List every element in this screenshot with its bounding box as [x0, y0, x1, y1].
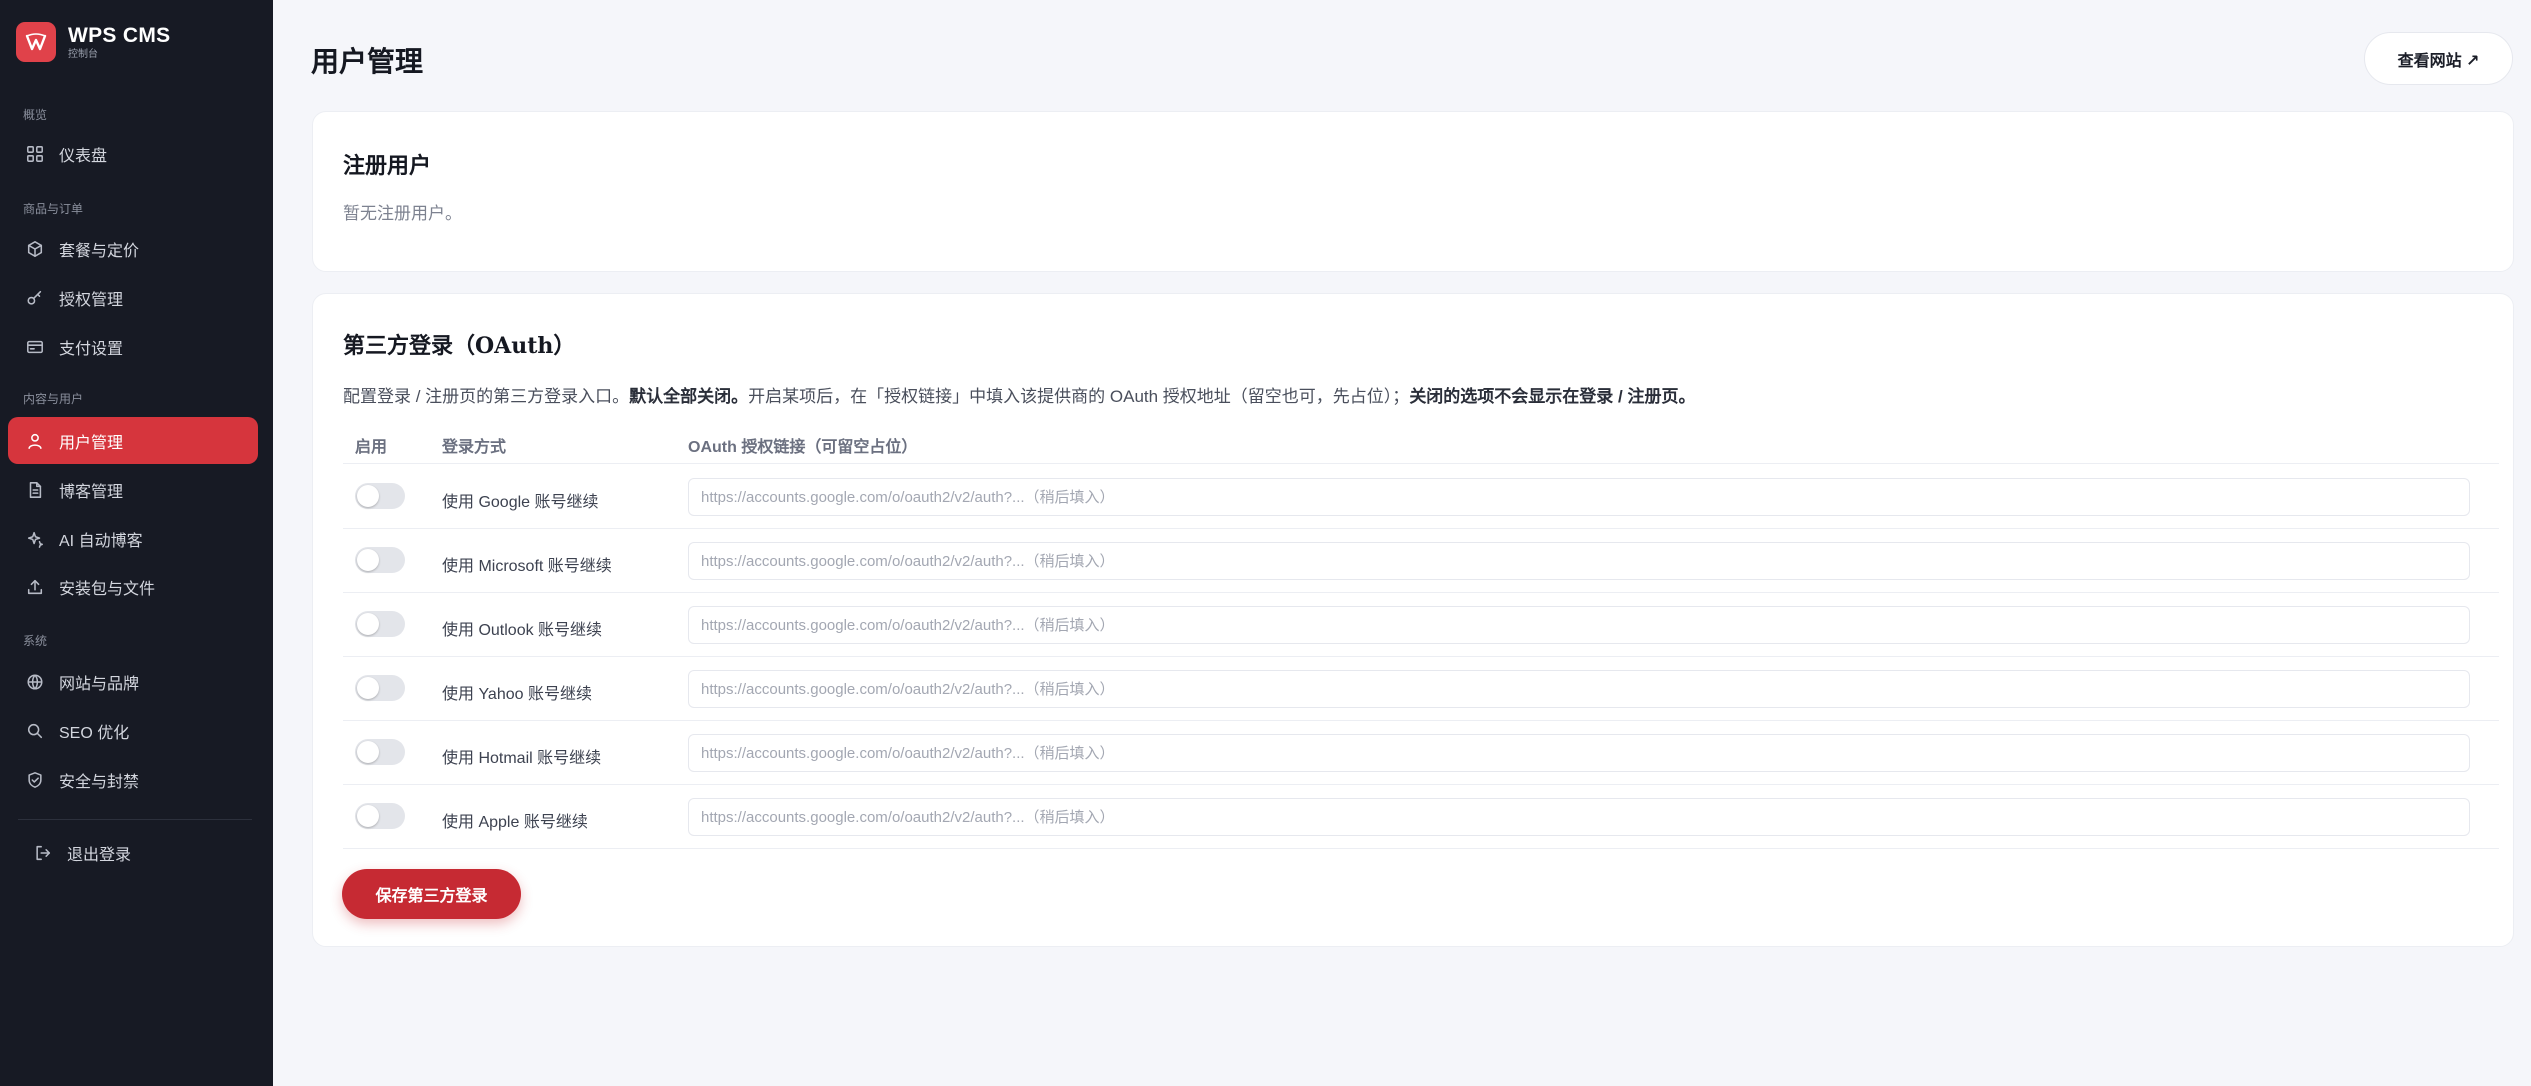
sidebar-item-users[interactable]: 用户管理	[8, 417, 258, 464]
sidebar-item-label: 仪表盘	[59, 147, 108, 165]
oauth-url-input-microsoft[interactable]	[688, 542, 2470, 580]
toggle-knob	[357, 613, 379, 635]
sidebar-item-dashboard[interactable]: 仪表盘	[8, 130, 258, 177]
card-icon	[25, 337, 45, 357]
user-icon	[25, 431, 45, 451]
column-header-enabled: 启用	[355, 439, 388, 456]
sidebar-item-label: 支付设置	[59, 340, 124, 358]
sidebar-item-label: 套餐与定价	[59, 242, 140, 260]
sidebar-divider	[18, 819, 252, 820]
sidebar: WPS CMS 控制台 概览 仪表盘 商品与订单 套餐与定价 授权管理 支付设置…	[0, 0, 273, 1086]
nav-group-products: 商品与订单	[23, 202, 84, 216]
table-row: 使用 Apple 账号继续	[343, 785, 2499, 849]
logout-icon	[33, 843, 53, 863]
visit-site-button[interactable]: 查看网站 ↗	[2364, 32, 2513, 85]
desc-part-2: 开启某项后，在「授权链接」中填入该提供商的 OAuth 授权地址（留空也可，先占…	[748, 387, 1410, 406]
brand-subtitle: 控制台	[68, 48, 98, 60]
sidebar-item-label: 用户管理	[59, 434, 124, 452]
save-oauth-button[interactable]: 保存第三方登录	[342, 869, 521, 919]
brand-title: WPS CMS	[68, 23, 171, 47]
sidebar-item-plans[interactable]: 套餐与定价	[8, 225, 258, 272]
oauth-url-input-yahoo[interactable]	[688, 670, 2470, 708]
box-icon	[25, 239, 45, 259]
nav-group-overview: 概览	[23, 108, 48, 122]
search-icon	[25, 721, 45, 741]
column-header-method: 登录方式	[442, 439, 507, 456]
enable-toggle-hotmail[interactable]	[355, 739, 405, 765]
empty-state-text: 暂无注册用户。	[343, 204, 462, 223]
provider-label: 使用 Google 账号继续	[442, 494, 599, 511]
logout-button[interactable]: 退出登录	[18, 829, 258, 876]
shield-icon	[25, 770, 45, 790]
sidebar-item-label: 安装包与文件	[59, 580, 156, 598]
sidebar-item-label: 网站与品牌	[59, 675, 140, 693]
registered-users-card: 注册用户 暂无注册用户。	[312, 111, 2514, 272]
toggle-knob	[357, 549, 379, 571]
grid-icon	[25, 144, 45, 164]
key-icon	[25, 288, 45, 308]
sidebar-item-security[interactable]: 安全与封禁	[8, 756, 258, 803]
nav-group-content: 内容与用户	[23, 392, 84, 406]
oauth-url-input-google[interactable]	[688, 478, 2470, 516]
provider-label: 使用 Outlook 账号继续	[442, 622, 603, 639]
sidebar-item-packages[interactable]: 安装包与文件	[8, 563, 258, 610]
desc-bold-1: 默认全部关闭。	[629, 387, 749, 406]
sparkle-icon	[25, 529, 45, 549]
table-row: 使用 Outlook 账号继续	[343, 593, 2499, 657]
nav-group-system: 系统	[23, 634, 48, 648]
enable-toggle-yahoo[interactable]	[355, 675, 405, 701]
enable-toggle-microsoft[interactable]	[355, 547, 405, 573]
sidebar-item-payment[interactable]: 支付设置	[8, 323, 258, 370]
oauth-title: 第三方登录（OAuth）	[343, 333, 576, 359]
enable-toggle-google[interactable]	[355, 483, 405, 509]
sidebar-item-label: 授权管理	[59, 291, 124, 309]
toggle-knob	[357, 485, 379, 507]
provider-label: 使用 Hotmail 账号继续	[442, 750, 602, 767]
oauth-url-input-outlook[interactable]	[688, 606, 2470, 644]
registered-users-title: 注册用户	[343, 153, 432, 179]
toggle-knob	[357, 677, 379, 699]
table-row: 使用 Yahoo 账号继续	[343, 657, 2499, 721]
sidebar-item-label: 安全与封禁	[59, 773, 140, 791]
oauth-url-input-apple[interactable]	[688, 798, 2470, 836]
sidebar-item-label: AI 自动博客	[59, 532, 143, 550]
enable-toggle-outlook[interactable]	[355, 611, 405, 637]
sidebar-item-site-brand[interactable]: 网站与品牌	[8, 658, 258, 705]
file-icon	[25, 480, 45, 500]
table-row: 使用 Microsoft 账号继续	[343, 529, 2499, 593]
desc-part-1: 配置登录 / 注册页的第三方登录入口。	[343, 387, 630, 406]
oauth-table-header: 启用 登录方式 OAuth 授权链接（可留空占位）	[343, 422, 2499, 464]
sidebar-item-blog[interactable]: 博客管理	[8, 466, 258, 513]
logout-label: 退出登录	[67, 846, 132, 864]
column-header-url: OAuth 授权链接（可留空占位）	[688, 439, 918, 456]
upload-icon	[25, 577, 45, 597]
table-row: 使用 Hotmail 账号继续	[343, 721, 2499, 785]
sidebar-item-seo[interactable]: SEO 优化	[8, 707, 258, 754]
sidebar-item-label: 博客管理	[59, 483, 124, 501]
sidebar-item-licenses[interactable]: 授权管理	[8, 274, 258, 321]
toggle-knob	[357, 805, 379, 827]
oauth-card: 第三方登录（OAuth） 配置登录 / 注册页的第三方登录入口。默认全部关闭。开…	[312, 293, 2514, 947]
desc-bold-2: 关闭的选项不会显示在登录 / 注册页。	[1409, 387, 1696, 406]
oauth-url-input-hotmail[interactable]	[688, 734, 2470, 772]
table-row: 使用 Google 账号继续	[343, 465, 2499, 529]
sidebar-item-label: SEO 优化	[59, 724, 130, 742]
toggle-knob	[357, 741, 379, 763]
enable-toggle-apple[interactable]	[355, 803, 405, 829]
provider-label: 使用 Apple 账号继续	[442, 814, 588, 831]
globe-icon	[25, 672, 45, 692]
oauth-description: 配置登录 / 注册页的第三方登录入口。默认全部关闭。开启某项后，在「授权链接」中…	[343, 382, 1695, 407]
page-title: 用户管理	[311, 46, 424, 77]
provider-label: 使用 Microsoft 账号继续	[442, 558, 612, 575]
provider-label: 使用 Yahoo 账号继续	[442, 686, 592, 703]
sidebar-item-ai-blog[interactable]: AI 自动博客	[8, 515, 258, 562]
wps-logo-icon	[16, 22, 56, 62]
brand[interactable]: WPS CMS 控制台	[16, 22, 170, 62]
